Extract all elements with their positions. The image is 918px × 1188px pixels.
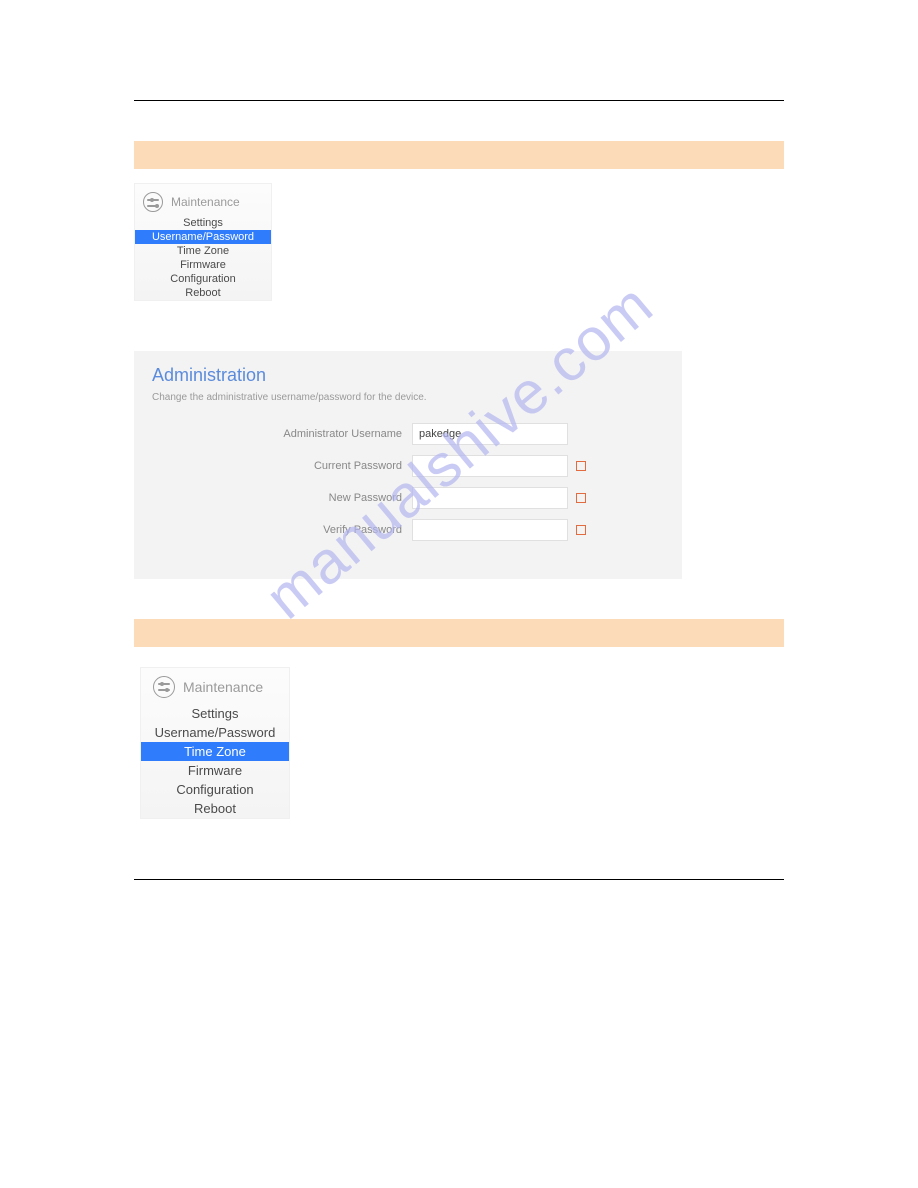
- sidebar-item-reboot[interactable]: Reboot: [141, 799, 289, 818]
- sidebar-item-settings[interactable]: Settings: [135, 216, 271, 230]
- checkbox-show-current-password[interactable]: [576, 461, 586, 471]
- sidebar-item-configuration[interactable]: Configuration: [141, 780, 289, 799]
- sidebar-item-firmware[interactable]: Firmware: [141, 761, 289, 780]
- sidebar-item-firmware[interactable]: Firmware: [135, 258, 271, 272]
- maintenance-title: Maintenance: [171, 195, 240, 209]
- sidebar-item-time-zone[interactable]: Time Zone: [141, 742, 289, 761]
- maintenance-title: Maintenance: [183, 679, 263, 695]
- maintenance-menu: Settings Username/Password Time Zone Fir…: [135, 216, 271, 300]
- section-bar-time-zone: [134, 619, 784, 647]
- input-admin-username[interactable]: [412, 423, 568, 445]
- label-current-password: Current Password: [152, 460, 412, 472]
- sidebar-item-username-password[interactable]: Username/Password: [135, 230, 271, 244]
- label-verify-password: Verify Password: [152, 524, 412, 536]
- sidebar-item-username-password[interactable]: Username/Password: [141, 723, 289, 742]
- label-admin-username: Administrator Username: [152, 428, 412, 440]
- input-current-password[interactable]: [412, 455, 568, 477]
- row-current-password: Current Password: [152, 455, 664, 477]
- maintenance-header: Maintenance: [141, 668, 289, 704]
- checkbox-show-verify-password[interactable]: [576, 525, 586, 535]
- section-bar-username-password: [134, 141, 784, 169]
- page-content: Maintenance Settings Username/Password T…: [0, 0, 918, 940]
- administration-description: Change the administrative username/passw…: [152, 392, 664, 403]
- row-verify-password: Verify Password: [152, 519, 664, 541]
- sidebar-item-time-zone[interactable]: Time Zone: [135, 244, 271, 258]
- checkbox-show-new-password[interactable]: [576, 493, 586, 503]
- label-new-password: New Password: [152, 492, 412, 504]
- maintenance-sliders-icon: [153, 676, 175, 698]
- row-new-password: New Password: [152, 487, 664, 509]
- maintenance-nav-panel-2: Maintenance Settings Username/Password T…: [140, 667, 290, 819]
- maintenance-header: Maintenance: [135, 184, 271, 216]
- sidebar-item-reboot[interactable]: Reboot: [135, 286, 271, 300]
- row-admin-username: Administrator Username: [152, 423, 664, 445]
- administration-title: Administration: [152, 365, 664, 386]
- maintenance-menu: Settings Username/Password Time Zone Fir…: [141, 704, 289, 818]
- bottom-rule: [134, 879, 784, 880]
- top-rule: [134, 100, 784, 101]
- input-verify-password[interactable]: [412, 519, 568, 541]
- administration-panel: Administration Change the administrative…: [134, 351, 682, 579]
- maintenance-nav-panel-1: Maintenance Settings Username/Password T…: [134, 183, 272, 301]
- sidebar-item-settings[interactable]: Settings: [141, 704, 289, 723]
- input-new-password[interactable]: [412, 487, 568, 509]
- sidebar-item-configuration[interactable]: Configuration: [135, 272, 271, 286]
- maintenance-sliders-icon: [143, 192, 163, 212]
